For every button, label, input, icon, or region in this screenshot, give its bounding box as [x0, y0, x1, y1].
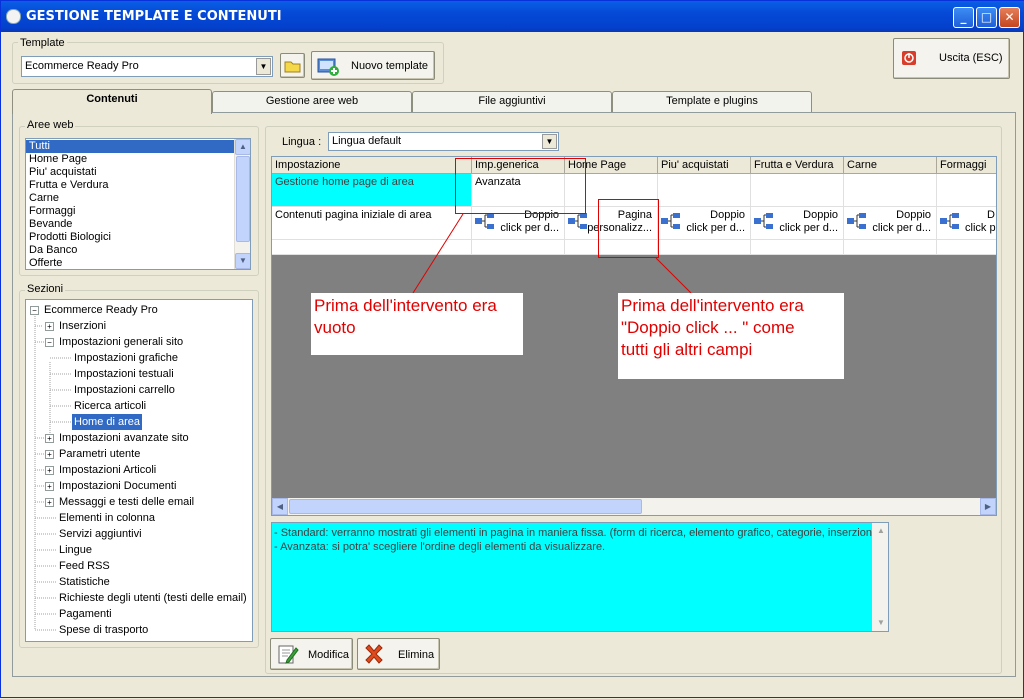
modifica-button[interactable]: Modifica	[270, 638, 353, 670]
edit-icon	[278, 645, 299, 664]
description-line: - Avanzata: si potra' scegliere l'ordine…	[274, 541, 606, 553]
description-box: - Standard: verranno mostrati gli elemen…	[271, 522, 889, 632]
elimina-button[interactable]: Elimina	[357, 638, 440, 670]
elimina-label: Elimina	[398, 649, 435, 661]
scroll-up-icon[interactable]: ▲	[872, 523, 888, 539]
description-scrollbar[interactable]: ▲ ▼	[872, 523, 888, 631]
annotation-note-left: Prima dell'intervento era vuoto	[311, 293, 523, 355]
application-window: GESTIONE TEMPLATE E CONTENUTI _ □ ✕ Temp…	[0, 0, 1024, 698]
tab-contenuti[interactable]: Contenuti	[12, 89, 212, 114]
description-line: - Standard: verranno mostrati gli elemen…	[274, 527, 879, 539]
scroll-down-icon[interactable]: ▼	[872, 615, 888, 631]
annotation-note-right: Prima dell'intervento era "Doppio click .…	[618, 293, 844, 379]
modifica-label: Modifica	[308, 649, 349, 661]
delete-icon	[365, 644, 383, 664]
